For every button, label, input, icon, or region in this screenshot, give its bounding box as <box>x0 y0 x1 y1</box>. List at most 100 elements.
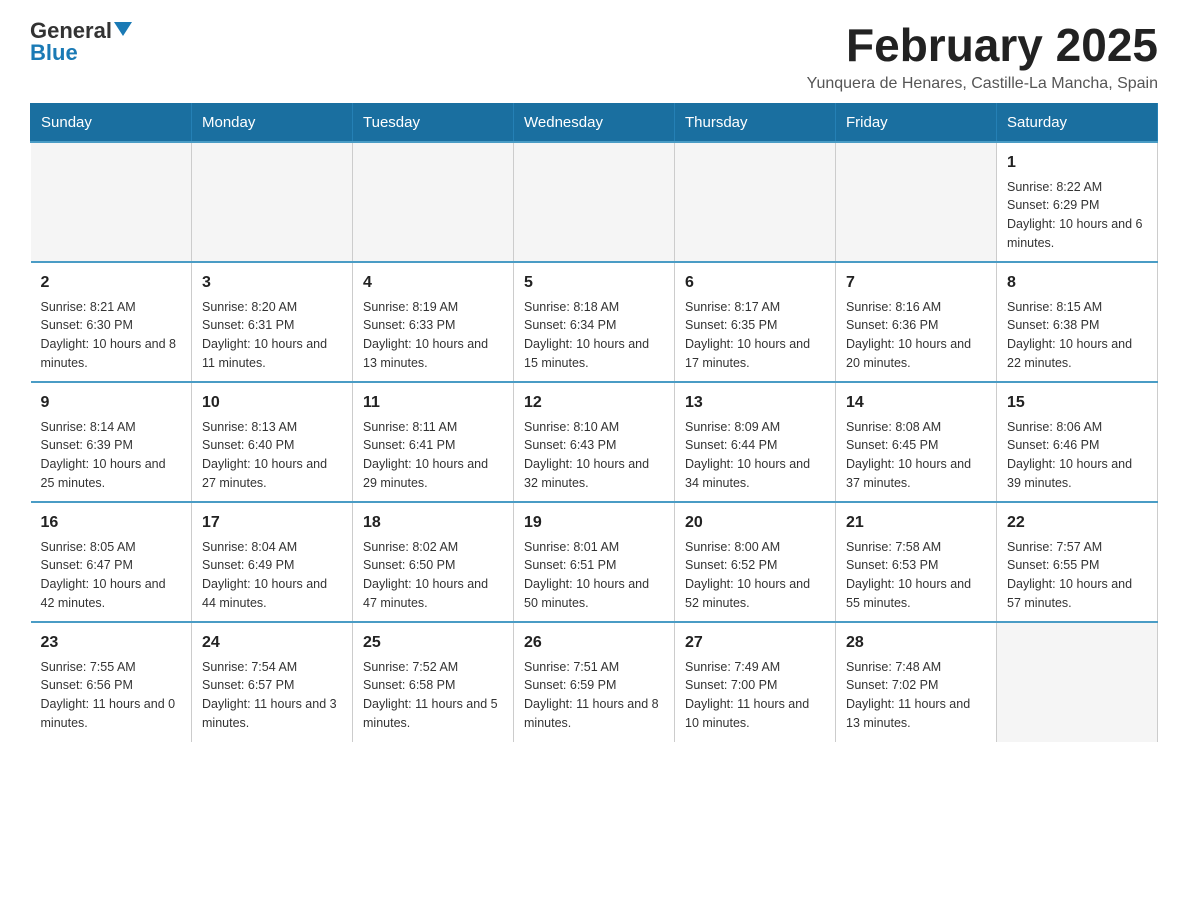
day-cell-content: 6Sunrise: 8:17 AMSunset: 6:35 PMDaylight… <box>685 271 825 373</box>
day-cell-content: 28Sunrise: 7:48 AMSunset: 7:02 PMDayligh… <box>846 631 986 733</box>
day-cell-content: 26Sunrise: 7:51 AMSunset: 6:59 PMDayligh… <box>524 631 664 733</box>
calendar-day-cell: 1Sunrise: 8:22 AMSunset: 6:29 PMDaylight… <box>997 142 1158 262</box>
daylight-text: Daylight: 10 hours and 8 minutes. <box>41 335 182 373</box>
sunset-text: Sunset: 6:44 PM <box>685 436 825 455</box>
day-number: 11 <box>363 391 503 415</box>
day-cell-content: 23Sunrise: 7:55 AMSunset: 6:56 PMDayligh… <box>41 631 182 733</box>
day-cell-content: 12Sunrise: 8:10 AMSunset: 6:43 PMDayligh… <box>524 391 664 493</box>
daylight-text: Daylight: 10 hours and 27 minutes. <box>202 455 342 493</box>
day-number: 4 <box>363 271 503 295</box>
day-cell-content: 4Sunrise: 8:19 AMSunset: 6:33 PMDaylight… <box>363 271 503 373</box>
daylight-text: Daylight: 11 hours and 13 minutes. <box>846 695 986 733</box>
day-number: 25 <box>363 631 503 655</box>
daylight-text: Daylight: 10 hours and 25 minutes. <box>41 455 182 493</box>
calendar-day-cell: 10Sunrise: 8:13 AMSunset: 6:40 PMDayligh… <box>192 382 353 502</box>
title-section: February 2025 Yunquera de Henares, Casti… <box>807 20 1158 93</box>
daylight-text: Daylight: 10 hours and 47 minutes. <box>363 575 503 613</box>
calendar-day-cell: 7Sunrise: 8:16 AMSunset: 6:36 PMDaylight… <box>836 262 997 382</box>
sunset-text: Sunset: 6:55 PM <box>1007 556 1147 575</box>
day-number: 6 <box>685 271 825 295</box>
sunrise-text: Sunrise: 8:10 AM <box>524 418 664 437</box>
sunset-text: Sunset: 6:30 PM <box>41 316 182 335</box>
day-cell-content: 8Sunrise: 8:15 AMSunset: 6:38 PMDaylight… <box>1007 271 1147 373</box>
sunrise-text: Sunrise: 8:11 AM <box>363 418 503 437</box>
calendar-day-cell: 6Sunrise: 8:17 AMSunset: 6:35 PMDaylight… <box>675 262 836 382</box>
daylight-text: Daylight: 10 hours and 32 minutes. <box>524 455 664 493</box>
day-cell-content: 3Sunrise: 8:20 AMSunset: 6:31 PMDaylight… <box>202 271 342 373</box>
day-number: 21 <box>846 511 986 535</box>
daylight-text: Daylight: 10 hours and 57 minutes. <box>1007 575 1147 613</box>
column-header-monday: Monday <box>192 103 353 142</box>
calendar-day-cell <box>31 142 192 262</box>
column-header-thursday: Thursday <box>675 103 836 142</box>
daylight-text: Daylight: 10 hours and 22 minutes. <box>1007 335 1147 373</box>
day-number: 27 <box>685 631 825 655</box>
calendar-day-cell <box>836 142 997 262</box>
daylight-text: Daylight: 10 hours and 20 minutes. <box>846 335 986 373</box>
day-number: 15 <box>1007 391 1147 415</box>
day-number: 20 <box>685 511 825 535</box>
day-cell-content: 25Sunrise: 7:52 AMSunset: 6:58 PMDayligh… <box>363 631 503 733</box>
sunset-text: Sunset: 6:40 PM <box>202 436 342 455</box>
day-cell-content: 5Sunrise: 8:18 AMSunset: 6:34 PMDaylight… <box>524 271 664 373</box>
day-number: 1 <box>1007 151 1147 175</box>
day-number: 18 <box>363 511 503 535</box>
month-title: February 2025 <box>807 20 1158 71</box>
calendar-day-cell: 12Sunrise: 8:10 AMSunset: 6:43 PMDayligh… <box>514 382 675 502</box>
daylight-text: Daylight: 10 hours and 39 minutes. <box>1007 455 1147 493</box>
day-cell-content: 17Sunrise: 8:04 AMSunset: 6:49 PMDayligh… <box>202 511 342 613</box>
calendar-day-cell: 21Sunrise: 7:58 AMSunset: 6:53 PMDayligh… <box>836 502 997 622</box>
sunrise-text: Sunrise: 8:02 AM <box>363 538 503 557</box>
sunrise-text: Sunrise: 7:57 AM <box>1007 538 1147 557</box>
sunrise-text: Sunrise: 8:19 AM <box>363 298 503 317</box>
day-number: 12 <box>524 391 664 415</box>
day-number: 9 <box>41 391 182 415</box>
calendar-day-cell: 19Sunrise: 8:01 AMSunset: 6:51 PMDayligh… <box>514 502 675 622</box>
sunrise-text: Sunrise: 8:21 AM <box>41 298 182 317</box>
sunrise-text: Sunrise: 8:01 AM <box>524 538 664 557</box>
daylight-text: Daylight: 10 hours and 50 minutes. <box>524 575 664 613</box>
day-cell-content: 11Sunrise: 8:11 AMSunset: 6:41 PMDayligh… <box>363 391 503 493</box>
calendar-day-cell: 5Sunrise: 8:18 AMSunset: 6:34 PMDaylight… <box>514 262 675 382</box>
sunrise-text: Sunrise: 8:22 AM <box>1007 178 1147 197</box>
day-cell-content: 13Sunrise: 8:09 AMSunset: 6:44 PMDayligh… <box>685 391 825 493</box>
sunrise-text: Sunrise: 8:15 AM <box>1007 298 1147 317</box>
day-number: 14 <box>846 391 986 415</box>
calendar-day-cell: 18Sunrise: 8:02 AMSunset: 6:50 PMDayligh… <box>353 502 514 622</box>
calendar-day-cell: 22Sunrise: 7:57 AMSunset: 6:55 PMDayligh… <box>997 502 1158 622</box>
calendar-table: SundayMondayTuesdayWednesdayThursdayFrid… <box>30 103 1158 742</box>
sunrise-text: Sunrise: 8:05 AM <box>41 538 182 557</box>
calendar-week-row: 1Sunrise: 8:22 AMSunset: 6:29 PMDaylight… <box>31 142 1158 262</box>
day-number: 13 <box>685 391 825 415</box>
calendar-day-cell <box>675 142 836 262</box>
sunset-text: Sunset: 6:49 PM <box>202 556 342 575</box>
calendar-day-cell <box>514 142 675 262</box>
logo-blue-text: Blue <box>30 42 78 64</box>
sunrise-text: Sunrise: 8:16 AM <box>846 298 986 317</box>
daylight-text: Daylight: 11 hours and 3 minutes. <box>202 695 342 733</box>
calendar-day-cell <box>192 142 353 262</box>
calendar-week-row: 2Sunrise: 8:21 AMSunset: 6:30 PMDaylight… <box>31 262 1158 382</box>
day-number: 26 <box>524 631 664 655</box>
sunset-text: Sunset: 6:52 PM <box>685 556 825 575</box>
logo-general-text: General <box>30 20 112 42</box>
sunrise-text: Sunrise: 8:18 AM <box>524 298 664 317</box>
sunset-text: Sunset: 6:47 PM <box>41 556 182 575</box>
sunset-text: Sunset: 6:35 PM <box>685 316 825 335</box>
day-cell-content: 14Sunrise: 8:08 AMSunset: 6:45 PMDayligh… <box>846 391 986 493</box>
calendar-day-cell: 16Sunrise: 8:05 AMSunset: 6:47 PMDayligh… <box>31 502 192 622</box>
sunrise-text: Sunrise: 8:20 AM <box>202 298 342 317</box>
sunset-text: Sunset: 6:41 PM <box>363 436 503 455</box>
sunrise-text: Sunrise: 8:09 AM <box>685 418 825 437</box>
daylight-text: Daylight: 11 hours and 10 minutes. <box>685 695 825 733</box>
day-cell-content: 2Sunrise: 8:21 AMSunset: 6:30 PMDaylight… <box>41 271 182 373</box>
day-cell-content: 15Sunrise: 8:06 AMSunset: 6:46 PMDayligh… <box>1007 391 1147 493</box>
day-number: 17 <box>202 511 342 535</box>
sunrise-text: Sunrise: 8:14 AM <box>41 418 182 437</box>
sunrise-text: Sunrise: 8:13 AM <box>202 418 342 437</box>
location-text: Yunquera de Henares, Castille-La Mancha,… <box>807 75 1158 93</box>
calendar-week-row: 16Sunrise: 8:05 AMSunset: 6:47 PMDayligh… <box>31 502 1158 622</box>
calendar-day-cell: 4Sunrise: 8:19 AMSunset: 6:33 PMDaylight… <box>353 262 514 382</box>
sunset-text: Sunset: 6:58 PM <box>363 676 503 695</box>
calendar-day-cell: 11Sunrise: 8:11 AMSunset: 6:41 PMDayligh… <box>353 382 514 502</box>
